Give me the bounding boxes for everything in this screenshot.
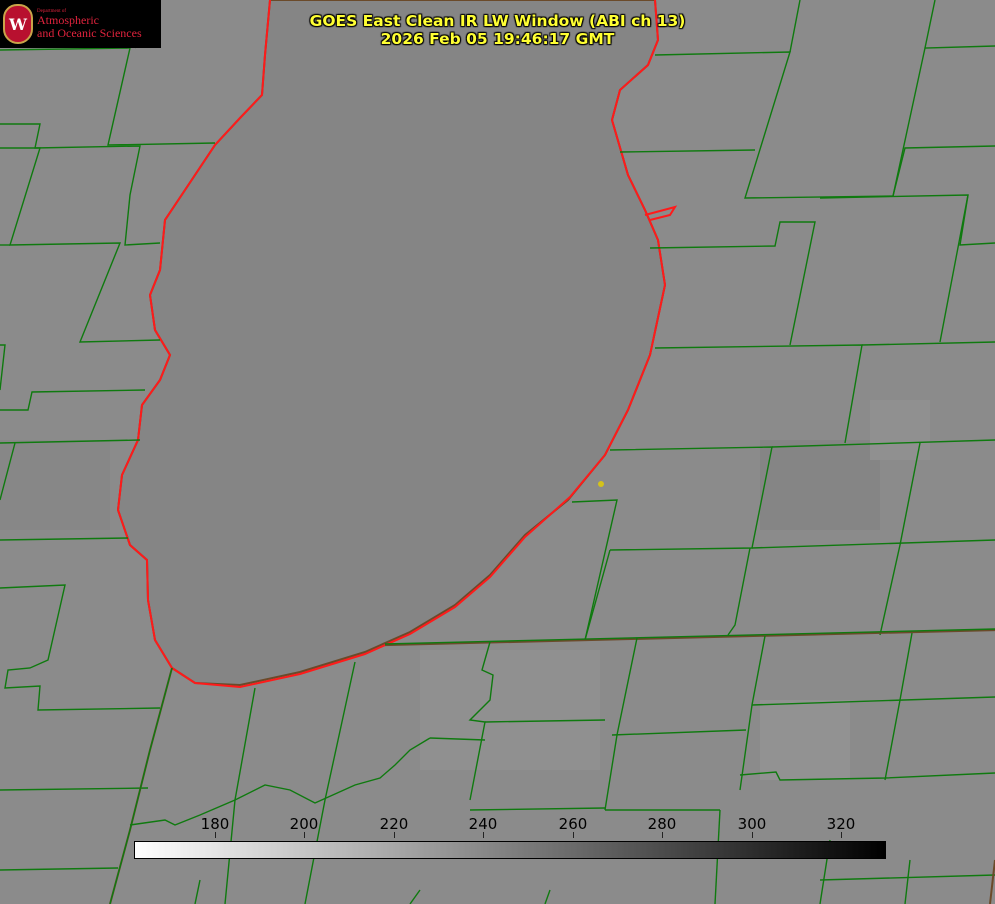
- colorbar-tick: [752, 832, 753, 838]
- colorbar-label: 300: [737, 815, 767, 833]
- satellite-map: [0, 0, 995, 904]
- colorbar-tick: [215, 832, 216, 838]
- colorbar-label: 320: [826, 815, 856, 833]
- colorbar-label: 240: [468, 815, 498, 833]
- image-title: GOES East Clean IR LW Window (ABI ch 13): [309, 12, 686, 30]
- aos-logo: W Department of Atmospheric and Oceanic …: [0, 0, 161, 48]
- image-timestamp: 2026 Feb 05 19:46:17 GMT: [380, 30, 615, 48]
- colorbar-tick: [483, 832, 484, 838]
- colorbar-tick: [573, 832, 574, 838]
- colorbar-label: 200: [289, 815, 319, 833]
- logo-line2: and Oceanic Sciences: [37, 25, 142, 40]
- colorbar-tick: [662, 832, 663, 838]
- colorbar-label: 260: [558, 815, 588, 833]
- logo-line1: Atmospheric: [37, 13, 99, 28]
- colorbar-tick: [841, 832, 842, 838]
- colorbar-label: 220: [379, 815, 409, 833]
- colorbar-label: 180: [200, 815, 230, 833]
- colorbar: [134, 841, 886, 859]
- logo-text: Department of Atmospheric and Oceanic Sc…: [37, 9, 142, 39]
- colorbar-tick: [304, 832, 305, 838]
- location-marker: [598, 481, 604, 487]
- colorbar-tick: [394, 832, 395, 838]
- colorbar-labels: 180 200 220 240 260 280 300 320: [0, 815, 995, 838]
- uw-seal-icon: W: [3, 4, 33, 44]
- colorbar-label: 280: [647, 815, 677, 833]
